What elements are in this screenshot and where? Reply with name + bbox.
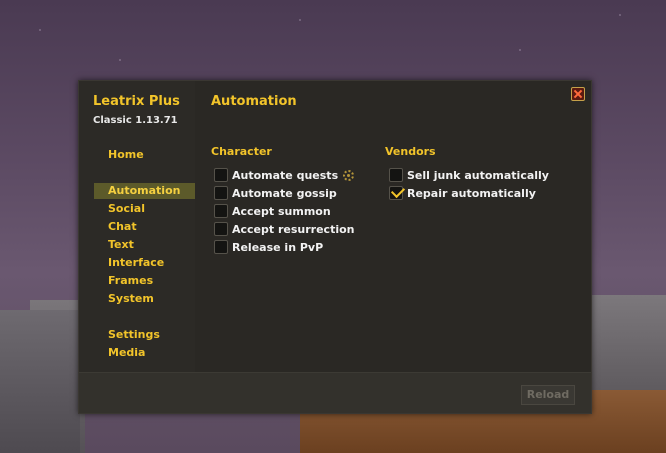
sidebar-item-social[interactable]: Social xyxy=(94,201,195,217)
sell-junk-label: Sell junk automatically xyxy=(407,168,549,182)
footer-bar xyxy=(79,372,591,413)
options-panel: Leatrix Plus Classic 1.13.71 Home Automa… xyxy=(78,80,592,414)
automate-quests-checkbox[interactable] xyxy=(214,168,228,182)
automate-gossip-checkbox[interactable] xyxy=(214,186,228,200)
sell-junk-checkbox[interactable] xyxy=(389,168,403,182)
reload-button[interactable]: Reload xyxy=(521,385,575,405)
release-in-pvp-label: Release in PvP xyxy=(232,240,324,254)
accept-resurrection-label: Accept resurrection xyxy=(232,222,355,236)
sidebar-item-system[interactable]: System xyxy=(94,291,195,307)
addon-title: Leatrix Plus xyxy=(93,94,180,109)
option-accept-resurrection: Accept resurrection xyxy=(214,221,355,237)
close-button[interactable] xyxy=(571,87,585,101)
option-release-in-pvp: Release in PvP xyxy=(214,239,323,255)
page-title: Automation xyxy=(211,94,297,109)
option-sell-junk: Sell junk automatically xyxy=(389,167,549,183)
sidebar-item-automation[interactable]: Automation xyxy=(94,183,195,199)
sidebar-item-home[interactable]: Home xyxy=(94,147,195,163)
sidebar-item-settings[interactable]: Settings xyxy=(94,327,195,343)
sidebar-item-media[interactable]: Media xyxy=(94,345,195,361)
automate-quests-label: Automate quests xyxy=(232,168,339,182)
option-repair-automatically: Repair automatically xyxy=(389,185,536,201)
option-automate-gossip: Automate gossip xyxy=(214,185,337,201)
group-title-vendors: Vendors xyxy=(385,145,436,158)
repair-automatically-label: Repair automatically xyxy=(407,186,536,200)
accept-summon-label: Accept summon xyxy=(232,204,331,218)
sidebar-item-interface[interactable]: Interface xyxy=(94,255,195,271)
sidebar-item-chat[interactable]: Chat xyxy=(94,219,195,235)
sidebar-item-text[interactable]: Text xyxy=(94,237,195,253)
addon-version: Classic 1.13.71 xyxy=(93,115,178,126)
release-in-pvp-checkbox[interactable] xyxy=(214,240,228,254)
accept-resurrection-checkbox[interactable] xyxy=(214,222,228,236)
gear-icon[interactable] xyxy=(343,169,355,181)
castle-wall-left xyxy=(0,310,80,453)
sidebar-item-frames[interactable]: Frames xyxy=(94,273,195,289)
group-title-character: Character xyxy=(211,145,272,158)
option-accept-summon: Accept summon xyxy=(214,203,331,219)
automate-gossip-label: Automate gossip xyxy=(232,186,337,200)
repair-automatically-checkbox[interactable] xyxy=(389,186,403,200)
option-automate-quests: Automate quests xyxy=(214,167,355,183)
accept-summon-checkbox[interactable] xyxy=(214,204,228,218)
